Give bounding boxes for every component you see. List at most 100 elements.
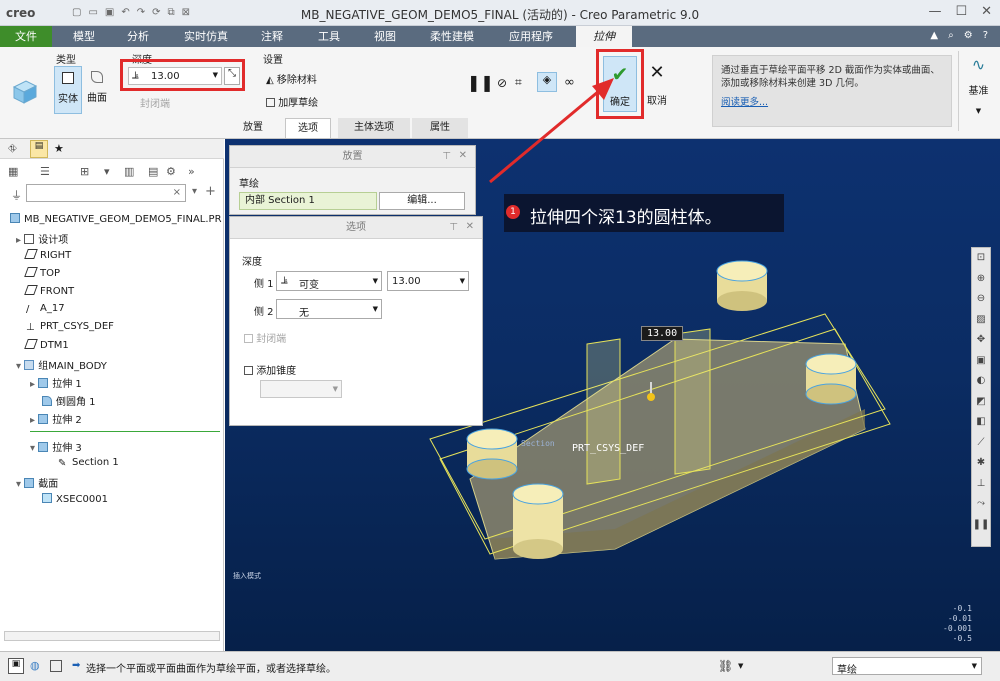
extrude-icon: [38, 442, 49, 452]
tree-item-group[interactable]: ▾ 组MAIN_BODY: [16, 357, 107, 372]
maximize-icon[interactable]: ☐: [955, 4, 967, 19]
tree-item-front[interactable]: FRONT: [24, 285, 74, 297]
clear-icon[interactable]: ×: [173, 187, 181, 198]
fullscreen-icon[interactable]: [50, 660, 62, 672]
tab-view[interactable]: 视图: [362, 26, 408, 47]
binoculars-icon[interactable]: ⛓: [718, 659, 733, 673]
tree-item-extrude1[interactable]: ▸ 拉伸 1: [30, 375, 82, 390]
surface-button[interactable]: 曲面: [84, 66, 110, 114]
tree-item-top[interactable]: TOP: [24, 267, 60, 279]
depth-input[interactable]: ⫡ 13.00 ▼: [128, 67, 222, 85]
display-style-icon[interactable]: ◐: [972, 371, 990, 392]
subtab-placement[interactable]: 放置: [232, 118, 274, 138]
pause-view-icon[interactable]: ❚❚: [972, 515, 990, 536]
model-tree-tab-icon[interactable]: ⛗: [8, 142, 17, 156]
subtab-properties[interactable]: 属性: [412, 118, 468, 138]
subtab-options[interactable]: 选项: [285, 118, 331, 138]
xsec-icon: [42, 493, 52, 503]
tree-root[interactable]: MB_NEGATIVE_GEOM_DEMO5_FINAL.PR: [10, 213, 222, 225]
zoom-out-icon[interactable]: ⊖: [972, 289, 990, 310]
side2-type-select[interactable]: 无 ▼: [276, 299, 382, 319]
tab-flexible-modeling[interactable]: 柔性建模: [418, 26, 486, 47]
tab-tools[interactable]: 工具: [306, 26, 352, 47]
tab-file[interactable]: 文件: [0, 26, 52, 47]
taper-angle-input[interactable]: ▼: [260, 380, 342, 398]
tab-extrude[interactable]: 拉伸: [576, 26, 632, 47]
side1-depth-input[interactable]: 13.00 ▼: [387, 271, 469, 291]
tree-filter-icon[interactable]: ⊞: [80, 165, 89, 178]
dimension-label[interactable]: 13.00: [641, 326, 684, 341]
search-icon[interactable]: ⌕: [948, 30, 954, 41]
favorites-tab-icon[interactable]: ★: [54, 142, 64, 155]
tree-search-input[interactable]: ×: [26, 184, 186, 202]
model-icon[interactable]: ▦: [8, 165, 18, 178]
closed-ends-checkbox[interactable]: [244, 334, 253, 343]
datum-display-icon[interactable]: ⟋: [972, 433, 990, 454]
read-more-link[interactable]: 阅读更多...: [721, 94, 943, 108]
refit-icon[interactable]: ⊡: [972, 248, 990, 269]
add-taper-option[interactable]: 添加锥度: [244, 362, 296, 377]
layers-icon[interactable]: ▥: [124, 165, 134, 178]
tree-scrollbar[interactable]: [4, 631, 220, 641]
tab-applications[interactable]: 应用程序: [496, 26, 566, 47]
tab-model[interactable]: 模型: [60, 26, 108, 47]
thicken-sketch-toggle[interactable]: 加厚草绘: [266, 94, 318, 109]
settings-icon[interactable]: ⚙: [166, 165, 176, 178]
collapse-icon[interactable]: ▲: [930, 30, 938, 41]
tree-item-extrude3[interactable]: ▾ 拉伸 3: [30, 439, 82, 454]
pin-icon[interactable]: ⊤: [449, 222, 458, 233]
tab-annotate[interactable]: 注释: [248, 26, 296, 47]
add-taper-checkbox[interactable]: [244, 366, 253, 375]
zoom-in-icon[interactable]: ⊕: [972, 269, 990, 290]
repaint-icon[interactable]: ▨: [972, 310, 990, 331]
datum-group[interactable]: ∿ 基准 ▼: [958, 51, 998, 131]
remove-material-toggle[interactable]: ◭ 移除材料: [266, 71, 317, 86]
chevron-down-icon[interactable]: ▼: [738, 662, 743, 670]
tree-item-round1[interactable]: 倒圆角 1: [42, 393, 96, 408]
table-icon[interactable]: ▤: [148, 165, 158, 178]
columns-icon[interactable]: ▾: [104, 165, 110, 178]
tree-item-sections[interactable]: ▾ 截面: [16, 475, 58, 490]
saved-views-icon[interactable]: ▣: [972, 351, 990, 372]
side1-type-select[interactable]: ⫡ 可变 ▼: [276, 271, 382, 291]
cancel-button[interactable]: ✕ 取消: [645, 56, 669, 112]
tab-analysis[interactable]: 分析: [114, 26, 162, 47]
layout-icon[interactable]: ▣: [8, 658, 24, 674]
thicken-checkbox[interactable]: [266, 98, 275, 107]
more-icon[interactable]: »: [188, 165, 195, 178]
perspective-icon[interactable]: ◩: [972, 392, 990, 413]
selection-filter[interactable]: 草绘 ▼: [832, 657, 982, 676]
spin-center-icon[interactable]: ⤳: [972, 494, 990, 515]
subtab-body-options[interactable]: 主体选项: [338, 118, 410, 138]
settings-icon[interactable]: ⚙: [964, 30, 973, 41]
drag-handle[interactable]: [647, 393, 655, 401]
tree-item-csys[interactable]: ⊥ PRT_CSYS_DEF: [26, 321, 114, 333]
minimize-icon[interactable]: —: [928, 4, 941, 19]
edit-button[interactable]: 编辑...: [379, 192, 465, 210]
orient-icon[interactable]: ✥: [972, 330, 990, 351]
csys-display-icon[interactable]: ⊥: [972, 474, 990, 495]
section-view-icon[interactable]: ◧: [972, 412, 990, 433]
browser-icon[interactable]: ◍: [30, 659, 40, 672]
close-icon[interactable]: ✕: [459, 150, 467, 161]
flip-direction-button[interactable]: ⤡: [224, 67, 240, 85]
section-collector[interactable]: 内部 Section 1: [239, 192, 377, 210]
tab-live-simulation[interactable]: 实时仿真: [172, 26, 240, 47]
close-icon[interactable]: ✕: [466, 221, 474, 232]
tree-item-section1[interactable]: ✎ Section 1: [58, 457, 119, 469]
tree-item-xsec[interactable]: XSEC0001: [42, 493, 108, 505]
tree-item-dtm1[interactable]: DTM1: [24, 339, 69, 351]
folder-tab-icon[interactable]: ▤: [30, 140, 48, 158]
pin-icon[interactable]: ⊤: [442, 151, 451, 162]
solid-button[interactable]: 实体: [54, 66, 82, 114]
list-icon[interactable]: ☰: [40, 165, 50, 178]
close-icon[interactable]: ✕: [981, 4, 992, 19]
tree-item-right[interactable]: RIGHT: [24, 249, 71, 261]
collapse-all-icon[interactable]: ▾: [192, 186, 197, 197]
help-icon[interactable]: ?: [983, 30, 988, 41]
add-icon[interactable]: +: [205, 184, 216, 199]
tree-item-extrude2[interactable]: ▸ 拉伸 2: [30, 411, 82, 426]
annotation-display-icon[interactable]: ✱: [972, 453, 990, 474]
tree-item-design-items[interactable]: ▸ 设计项: [16, 231, 68, 246]
tree-item-a17[interactable]: / A_17: [26, 303, 65, 315]
